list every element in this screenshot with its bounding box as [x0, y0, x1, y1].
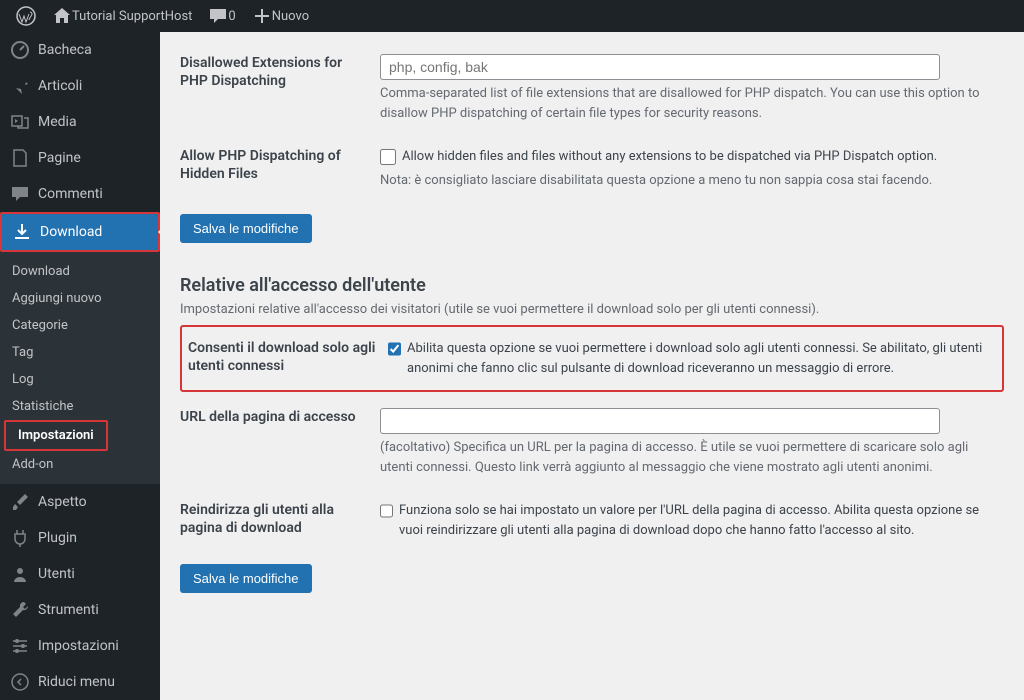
sidebar-item-settings[interactable]: Impostazioni: [0, 628, 160, 664]
only-logged-check-label[interactable]: Abilita questa opzione se vuoi permetter…: [388, 339, 996, 378]
submenu-addnew[interactable]: Aggiungi nuovo: [0, 285, 160, 312]
dashboard-icon: [10, 40, 30, 60]
section-title: Relative all'accesso dell'utente: [180, 275, 1004, 296]
row-disallowed-ext: Disallowed Extensions for PHP Dispatchin…: [180, 42, 1004, 135]
sidebar-item-media[interactable]: Media: [0, 104, 160, 140]
save-button-1[interactable]: Salva le modifiche: [180, 214, 312, 243]
login-url-desc: (facoltativo) Specifica un URL per la pa…: [380, 438, 1004, 477]
new-content-link[interactable]: Nuovo: [244, 0, 317, 32]
redirect-checkbox[interactable]: [380, 503, 393, 519]
redirect-check-text: Funziona solo se hai impostato un valore…: [399, 501, 1004, 540]
save-button-2[interactable]: Salva le modifiche: [180, 564, 312, 593]
row-only-logged: Consenti il download solo agli utenti co…: [188, 335, 996, 382]
redirect-label: Reindirizza gli utenti alla pagina di do…: [180, 501, 380, 537]
brush-icon: [10, 492, 30, 512]
site-name-link[interactable]: Tutorial SupportHost: [44, 0, 200, 32]
only-logged-checkbox[interactable]: [388, 341, 401, 357]
sidebar-item-pages[interactable]: Pagine: [0, 140, 160, 176]
submenu-log[interactable]: Log: [0, 366, 160, 393]
plug-icon: [10, 528, 30, 548]
wordpress-icon: [16, 6, 36, 26]
home-icon: [52, 6, 72, 26]
comment-icon: [208, 6, 228, 26]
sidebar-item-download[interactable]: Download: [0, 212, 160, 252]
only-logged-label: Consenti il download solo agli utenti co…: [188, 339, 388, 375]
hidden-note: Nota: è consigliato lasciare disabilitat…: [380, 171, 1004, 191]
hidden-label: Allow PHP Dispatching of Hidden Files: [180, 147, 380, 183]
sliders-icon: [10, 636, 30, 656]
submenu-addon[interactable]: Add-on: [0, 451, 160, 478]
disallowed-ext-input[interactable]: [380, 54, 940, 80]
page-icon: [10, 148, 30, 168]
sidebar-item-collapse[interactable]: Riduci menu: [0, 664, 160, 700]
submenu-stats[interactable]: Statistiche: [0, 393, 160, 420]
disallowed-label: Disallowed Extensions for PHP Dispatchin…: [180, 54, 380, 90]
sidebar-item-posts[interactable]: Articoli: [0, 68, 160, 104]
submenu-tag[interactable]: Tag: [0, 339, 160, 366]
row-hidden-files: Allow PHP Dispatching of Hidden Files Al…: [180, 135, 1004, 202]
row-login-url: URL della pagina di accesso (facoltativo…: [180, 396, 1004, 489]
login-url-input[interactable]: [380, 408, 940, 434]
media-icon: [10, 112, 30, 132]
submenu-categories[interactable]: Categorie: [0, 312, 160, 339]
sidebar-item-users[interactable]: Utenti: [0, 556, 160, 592]
disallowed-desc: Comma-separated list of file extensions …: [380, 84, 1004, 123]
admin-sidebar: Bacheca Articoli Media Pagine Commenti D…: [0, 32, 160, 700]
row-redirect: Reindirizza gli utenti alla pagina di do…: [180, 489, 1004, 552]
main-content: Disallowed Extensions for PHP Dispatchin…: [160, 32, 1024, 700]
submenu-download[interactable]: Download: [0, 258, 160, 285]
comments-link[interactable]: 0: [200, 0, 243, 32]
hidden-check-text: Allow hidden files and files without any…: [402, 147, 937, 167]
collapse-icon: [10, 672, 30, 692]
comment-icon: [10, 184, 30, 204]
sidebar-item-tools[interactable]: Strumenti: [0, 592, 160, 628]
hidden-check-label[interactable]: Allow hidden files and files without any…: [380, 147, 1004, 167]
download-icon: [12, 222, 32, 242]
new-label: Nuovo: [272, 9, 309, 24]
section-desc: Impostazioni relative all'accesso dei vi…: [180, 302, 1004, 317]
site-name: Tutorial SupportHost: [72, 9, 192, 24]
wp-logo[interactable]: [8, 0, 44, 32]
pin-icon: [10, 76, 30, 96]
sidebar-item-appearance[interactable]: Aspetto: [0, 484, 160, 520]
wrench-icon: [10, 600, 30, 620]
highlighted-option: Consenti il download solo agli utenti co…: [180, 325, 1004, 392]
sidebar-item-plugins[interactable]: Plugin: [0, 520, 160, 556]
download-submenu: Download Aggiungi nuovo Categorie Tag Lo…: [0, 252, 160, 484]
submenu-settings[interactable]: Impostazioni: [4, 420, 108, 451]
comments-count: 0: [228, 9, 235, 24]
sidebar-item-dashboard[interactable]: Bacheca: [0, 32, 160, 68]
redirect-check-label[interactable]: Funziona solo se hai impostato un valore…: [380, 501, 1004, 540]
login-url-label: URL della pagina di accesso: [180, 408, 380, 426]
user-icon: [10, 564, 30, 584]
plus-icon: [252, 6, 272, 26]
only-logged-check-text: Abilita questa opzione se vuoi permetter…: [407, 339, 996, 378]
admin-topbar: Tutorial SupportHost 0 Nuovo: [0, 0, 1024, 32]
sidebar-item-comments[interactable]: Commenti: [0, 176, 160, 212]
hidden-files-checkbox[interactable]: [380, 149, 396, 165]
